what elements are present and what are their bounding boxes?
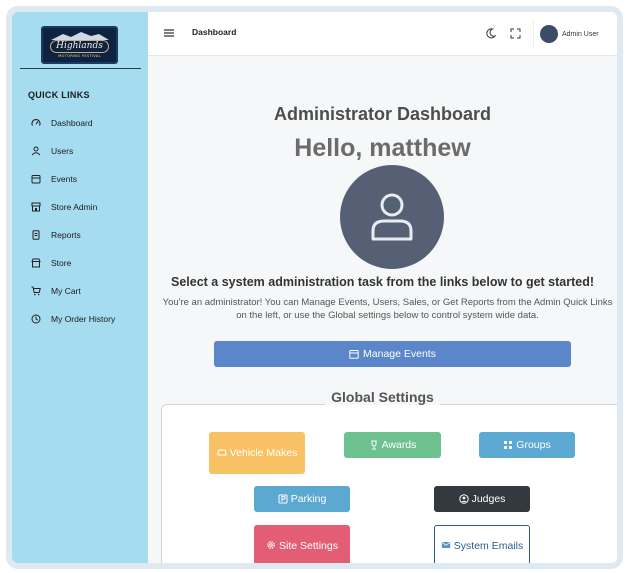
manage-events-label: Manage Events — [363, 348, 436, 360]
store-icon — [31, 258, 41, 268]
sidebar-item-label: Store Admin — [51, 202, 98, 212]
sidebar-item-dashboard[interactable]: Dashboard — [12, 109, 148, 137]
vehicle-makes-button[interactable]: Vehicle Makes — [209, 432, 305, 474]
sidebar-item-events[interactable]: Events — [12, 165, 148, 193]
site-settings-label: Site Settings — [279, 539, 338, 552]
user-circle-icon — [458, 494, 469, 504]
sidebar-item-label: Users — [51, 146, 74, 156]
awards-button[interactable]: Awards — [344, 432, 441, 458]
calendar-icon — [349, 350, 359, 359]
mountain-icon — [50, 32, 109, 40]
sidebar-item-my-order-history[interactable]: My Order History — [12, 305, 148, 333]
awards-label: Awards — [381, 438, 417, 451]
system-emails-button[interactable]: System Emails — [434, 525, 530, 563]
header-divider — [533, 20, 534, 48]
sidebar-item-store-admin[interactable]: Store Admin — [12, 193, 148, 221]
sidebar-item-reports[interactable]: Reports — [12, 221, 148, 249]
global-settings-panel — [161, 404, 617, 563]
email-icon — [441, 541, 451, 548]
page-title: Administrator Dashboard — [273, 104, 492, 124]
trophy-icon — [371, 440, 377, 450]
global-settings-title-text: Global Settings — [325, 389, 440, 405]
sidebar: Highlands MOTORING FESTIVAL QUICK LINKS … — [12, 12, 148, 563]
sidebar-item-label: My Cart — [51, 286, 81, 296]
user-avatar[interactable] — [540, 25, 558, 43]
vehicle-makes-label: Vehicle Makes — [229, 446, 298, 459]
system-emails-label: System Emails — [453, 539, 524, 552]
sidebar-item-label: Events — [51, 174, 77, 184]
system-emails-content: System Emails — [441, 539, 523, 554]
top-header: Dashboard Admin User — [148, 12, 617, 56]
sidebar-item-label: Store — [51, 258, 72, 268]
profile-avatar — [340, 165, 444, 269]
sidebar-item-users[interactable]: Users — [12, 137, 148, 165]
cart-icon — [31, 286, 41, 296]
select-task-heading: Select a system administration task from… — [170, 275, 595, 289]
main-content: Administrator Dashboard Hello, matthew S… — [148, 56, 617, 563]
gauge-icon — [31, 118, 41, 128]
parking-icon — [278, 494, 288, 504]
parking-button[interactable]: Parking — [254, 486, 350, 512]
app-frame: Highlands MOTORING FESTIVAL QUICK LINKS … — [6, 6, 623, 569]
fullscreen-icon[interactable] — [510, 28, 521, 39]
users-icon — [31, 146, 41, 156]
global-settings-title: Global Settings — [148, 389, 617, 405]
user-icon — [371, 193, 413, 241]
logo-subtitle: MOTORING FESTIVAL — [58, 54, 101, 58]
moon-icon[interactable] — [485, 28, 496, 39]
sidebar-item-my-cart[interactable]: My Cart — [12, 277, 148, 305]
admin-description: You're an administrator! You can Manage … — [162, 297, 613, 321]
site-settings-button[interactable]: Site Settings — [254, 525, 350, 563]
calendar-icon — [31, 174, 41, 184]
groups-label: Groups — [516, 438, 551, 451]
vehicle-makes-content: Vehicle Makes — [217, 446, 298, 461]
gear-icon — [267, 540, 275, 549]
logo-script: Highlands — [50, 40, 109, 53]
groups-button[interactable]: Groups — [479, 432, 575, 458]
judges-button[interactable]: Judges — [434, 486, 530, 512]
quick-links-title: QUICK LINKS — [28, 90, 90, 100]
history-icon — [31, 314, 41, 324]
sidebar-item-label: My Order History — [51, 314, 116, 324]
sidebar-divider — [20, 68, 141, 69]
sidebar-nav: Dashboard Users Events Store Admin Repor… — [12, 109, 148, 333]
report-icon — [31, 230, 41, 240]
sidebar-item-label: Reports — [51, 230, 81, 240]
user-name[interactable]: Admin User — [562, 31, 599, 38]
manage-events-button[interactable]: Manage Events — [214, 341, 571, 367]
greeting: Hello, matthew — [294, 134, 471, 162]
sidebar-item-label: Dashboard — [51, 118, 93, 128]
site-settings-content: Site Settings — [266, 539, 338, 554]
grid-icon — [504, 441, 513, 449]
sidebar-item-store[interactable]: Store — [12, 249, 148, 277]
header-title: Dashboard — [192, 27, 237, 37]
hamburger-menu-icon[interactable] — [164, 29, 174, 37]
judges-label: Judges — [471, 492, 506, 505]
store-admin-icon — [31, 202, 41, 212]
parking-label: Parking — [290, 492, 327, 505]
car-icon — [217, 449, 227, 456]
logo[interactable]: Highlands MOTORING FESTIVAL — [41, 26, 118, 64]
